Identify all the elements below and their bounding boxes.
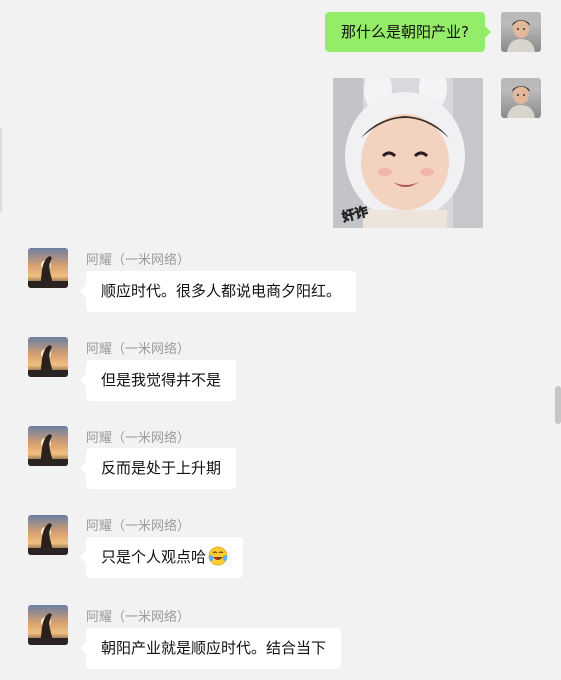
incoming-message-bubble[interactable]: 但是我觉得并不是: [79, 360, 237, 401]
sender-name: 阿耀（一米网络）: [86, 610, 191, 625]
contact-avatar[interactable]: [28, 515, 68, 555]
incoming-message-bubble[interactable]: 只是个人观点哈: [79, 537, 244, 578]
my-avatar[interactable]: [501, 78, 541, 118]
contact-avatar[interactable]: [28, 248, 68, 288]
contact-avatar[interactable]: [28, 337, 68, 377]
scrollbar-thumb[interactable]: [555, 386, 561, 424]
sender-name: 阿耀（一米网络）: [86, 431, 191, 446]
message-text: 只是个人观点哈: [101, 548, 207, 566]
incoming-message-bubble[interactable]: 顺应时代。很多人都说电商夕阳红。: [79, 271, 357, 312]
sender-name: 阿耀（一米网络）: [86, 342, 191, 357]
incoming-message-bubble[interactable]: 反而是处于上升期: [79, 448, 237, 489]
chat-message-list: 那什么是朝阳产业? 奸诈 阿耀（一米网络） 顺应时代。很多人都说电商夕阳红。 阿…: [0, 0, 561, 680]
window-edge: [0, 128, 2, 212]
contact-avatar[interactable]: [28, 426, 68, 466]
outgoing-message-bubble[interactable]: 那什么是朝阳产业?: [325, 12, 491, 52]
my-avatar[interactable]: [501, 12, 541, 52]
sender-name: 阿耀（一米网络）: [86, 519, 191, 534]
contact-avatar[interactable]: [28, 605, 68, 645]
sticker-image[interactable]: 奸诈: [333, 78, 483, 228]
incoming-message-bubble[interactable]: 朝阳产业就是顺应时代。结合当下: [79, 628, 342, 669]
laughing-with-tears-emoji: [208, 546, 228, 566]
sender-name: 阿耀（一米网络）: [86, 253, 191, 268]
